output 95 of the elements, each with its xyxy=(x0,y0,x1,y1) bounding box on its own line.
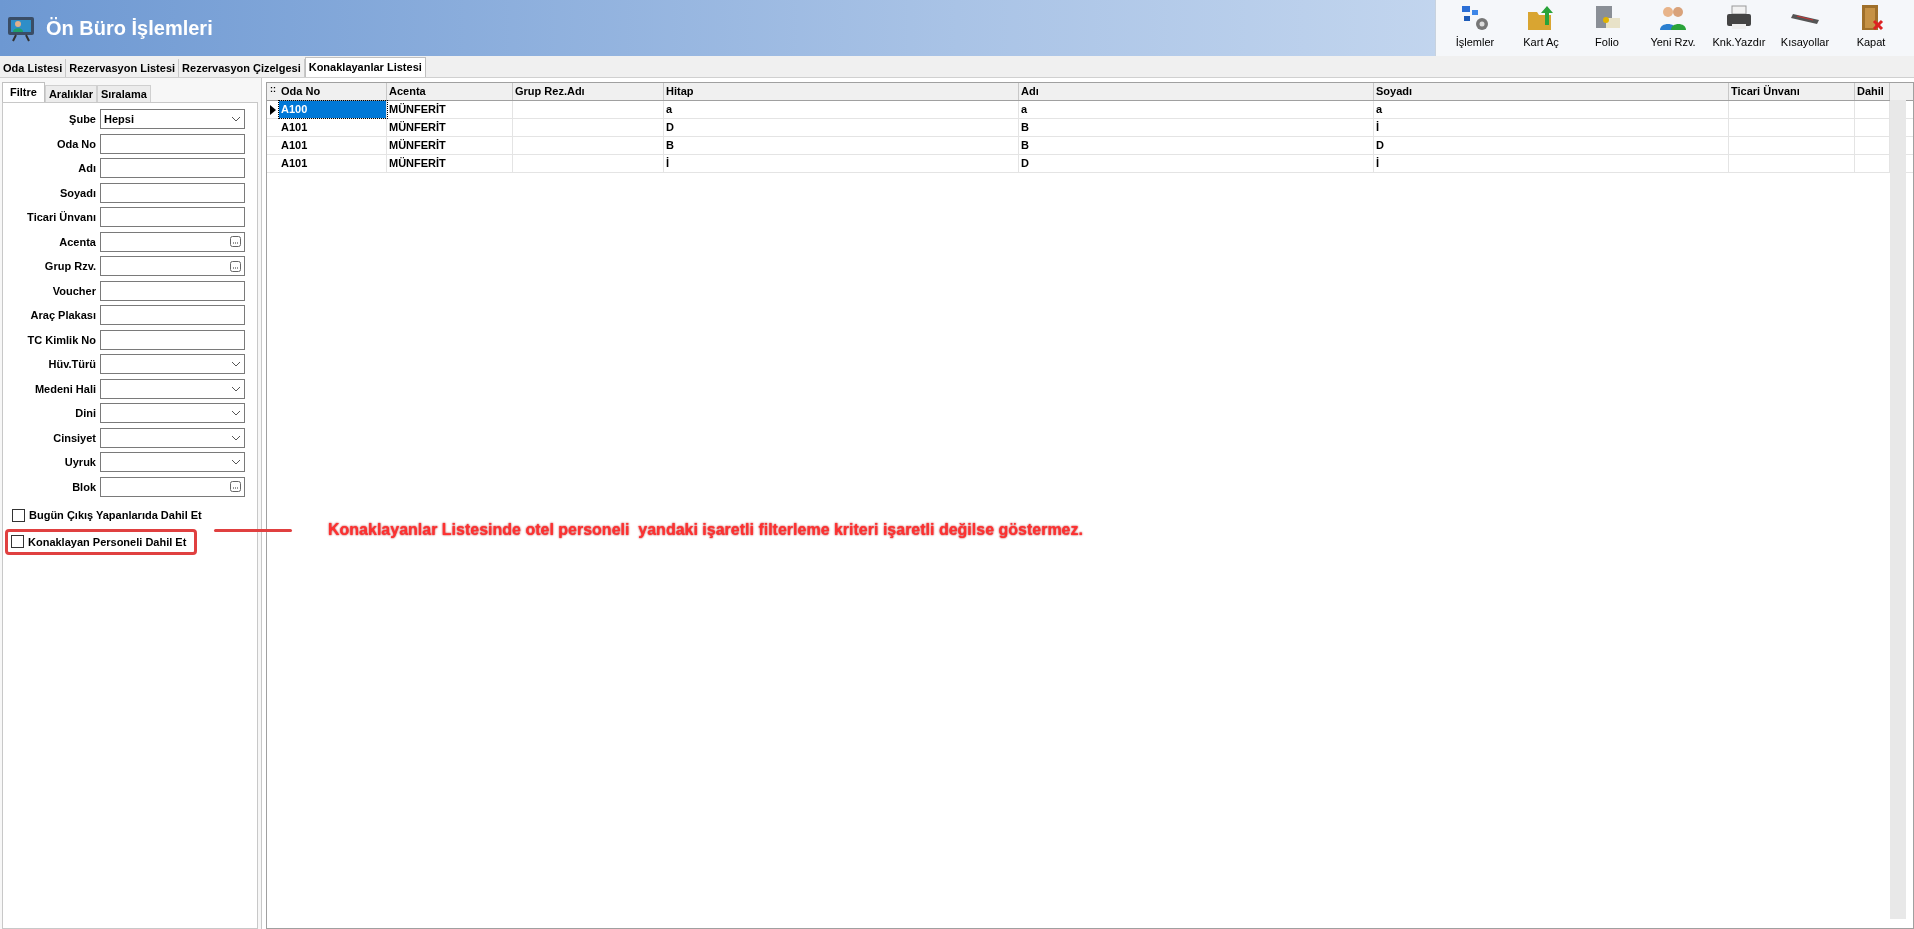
chevron-down-icon xyxy=(231,459,241,466)
column-header[interactable]: Dahil xyxy=(1855,83,1890,100)
printer-icon xyxy=(1724,3,1754,32)
toolbar-button[interactable]: Folio xyxy=(1574,3,1640,50)
text-field[interactable] xyxy=(100,207,245,228)
row-pointer-icon xyxy=(270,104,276,115)
lookup-field[interactable] xyxy=(100,231,245,252)
chevron-down-icon xyxy=(231,361,241,368)
table-cell: MÜNFERİT xyxy=(387,119,513,136)
tab[interactable]: Rezervasyon Çizelgesi xyxy=(179,59,305,77)
dropdown-field[interactable] xyxy=(100,403,245,424)
toolbar-button[interactable]: Knk.Yazdır xyxy=(1706,3,1772,50)
table-cell: MÜNFERİT xyxy=(387,101,513,118)
text-field[interactable] xyxy=(100,133,245,154)
field-label: Cinsiyet xyxy=(52,430,97,446)
field-label: Medeni Hali xyxy=(33,381,97,397)
chevron-down-icon xyxy=(231,116,241,123)
checkbox[interactable] xyxy=(11,535,24,549)
chevron-down-icon xyxy=(231,410,241,417)
tab[interactable]: Aralıklar xyxy=(44,85,97,102)
table-cell: A100 xyxy=(279,101,387,118)
field-label: Soyadı xyxy=(58,185,97,201)
lookup-field[interactable] xyxy=(100,476,245,497)
checkbox[interactable] xyxy=(12,508,25,522)
tab[interactable]: Konaklayanlar Listesi xyxy=(304,57,426,77)
tab[interactable]: Filtre xyxy=(2,82,45,102)
dropdown-field[interactable] xyxy=(100,427,245,448)
annotation-text: Konaklayanlar Listesinde otel personeli yandaki işaretli filterleme kriteri işaretli değilse göstermez. xyxy=(328,520,1083,540)
cubes-gear-icon xyxy=(1460,3,1490,32)
field-label: Voucher xyxy=(51,283,97,299)
column-header[interactable]: Grup Rez.Adı xyxy=(513,83,664,100)
field-label: Uyruk xyxy=(63,455,97,470)
column-header[interactable]: Ticari Ünvanı xyxy=(1729,83,1855,100)
field-label: Blok xyxy=(71,479,97,495)
column-header[interactable]: Adı xyxy=(1019,83,1374,100)
table-cell: B xyxy=(1019,137,1374,154)
dropdown-field[interactable] xyxy=(100,378,245,399)
table-cell: MÜNFERİT xyxy=(387,137,513,154)
table-cell: B xyxy=(664,137,1019,154)
table-cell: D xyxy=(1019,155,1374,172)
text-field[interactable] xyxy=(100,305,245,326)
table-cell: İ xyxy=(664,155,1019,172)
field-label: Ticari Ünvanı xyxy=(26,210,97,225)
scrollbar[interactable] xyxy=(1890,100,1906,919)
table-cell: a xyxy=(1374,101,1729,118)
toolbar-button[interactable]: Kart Aç xyxy=(1508,3,1574,50)
checkbox-label: Bugün Çıkış Yapanlarıda Dahil Et xyxy=(29,508,202,523)
text-field[interactable] xyxy=(100,182,245,203)
toolbar-button[interactable]: Yeni Rzv. xyxy=(1640,3,1706,50)
dropdown-field[interactable] xyxy=(100,452,245,473)
table-cell: D xyxy=(664,119,1019,136)
ellipsis-icon xyxy=(230,236,241,248)
dropdown-field[interactable]: Hepsi xyxy=(100,109,245,130)
toolbar-button[interactable]: Kısayollar xyxy=(1772,3,1838,50)
table-cell: İ xyxy=(1374,119,1729,136)
tab[interactable]: Sıralama xyxy=(96,85,151,102)
checkbox-label: Konaklayan Personeli Dahil Et xyxy=(28,534,187,550)
chevron-down-icon xyxy=(231,385,241,392)
dropdown-field[interactable] xyxy=(100,354,245,375)
field-label: Araç Plakası xyxy=(29,308,97,323)
ellipsis-icon xyxy=(230,481,241,493)
chevron-down-icon xyxy=(231,434,241,441)
grid-corner-handle[interactable]: :: xyxy=(267,83,279,100)
column-header[interactable]: Soyadı xyxy=(1374,83,1729,100)
toolbar-button[interactable]: Kapat xyxy=(1838,3,1904,50)
column-header[interactable]: Hitap xyxy=(664,83,1019,100)
text-field[interactable] xyxy=(100,280,245,301)
keyboard-icon xyxy=(1790,11,1820,24)
table-row[interactable]: A100 MÜNFERİT a a a xyxy=(267,101,1913,119)
tab[interactable]: Oda Listesi xyxy=(0,59,67,77)
ellipsis-icon xyxy=(230,260,241,272)
table-cell: A101 xyxy=(279,155,387,172)
field-label: Grup Rzv. xyxy=(43,259,97,274)
table-cell: A101 xyxy=(279,137,387,154)
field-label: Acenta xyxy=(58,234,97,250)
table-cell: a xyxy=(1019,101,1374,118)
table-cell: İ xyxy=(1374,155,1729,172)
table-cell: a xyxy=(664,101,1019,118)
lookup-field[interactable] xyxy=(100,256,245,277)
field-label: Hüv.Türü xyxy=(47,357,97,372)
field-label: Şube xyxy=(68,112,97,127)
text-field[interactable] xyxy=(100,158,245,179)
table-cell: A101 xyxy=(279,119,387,136)
table-cell: B xyxy=(1019,119,1374,136)
field-label: Oda No xyxy=(55,136,97,152)
tab[interactable]: Rezervasyon Listesi xyxy=(66,59,180,77)
field-label: Dini xyxy=(74,406,97,421)
window-title: Ön Büro İşlemleri xyxy=(46,16,213,41)
toolbar-button[interactable]: İşlemler xyxy=(1442,3,1508,50)
table-cell: D xyxy=(1374,137,1729,154)
text-field[interactable] xyxy=(100,329,245,350)
column-header[interactable]: Acenta xyxy=(387,83,513,100)
field-label: Adı xyxy=(77,161,97,176)
table-cell: MÜNFERİT xyxy=(387,155,513,172)
field-label: TC Kimlik No xyxy=(26,332,97,348)
